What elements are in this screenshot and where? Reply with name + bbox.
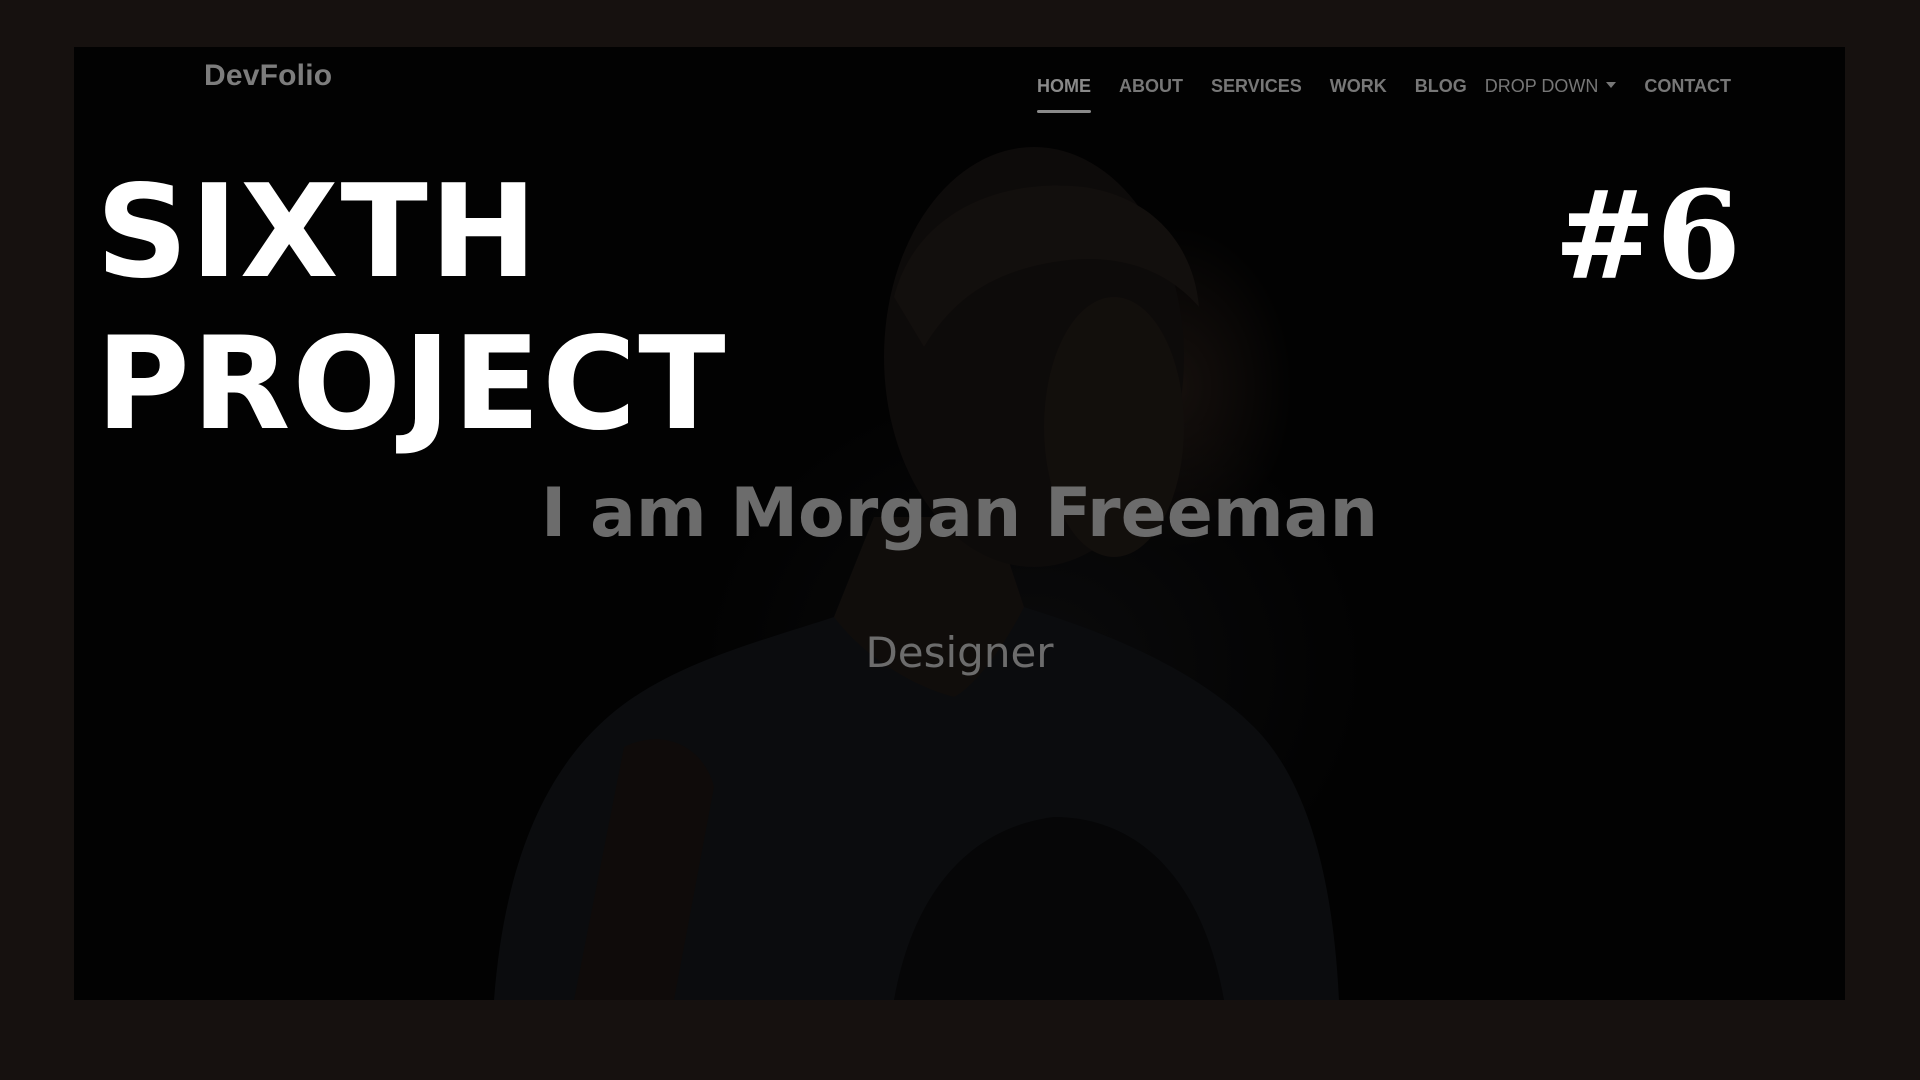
nav-item-blog[interactable]: BLOG <box>1401 67 1481 105</box>
nav-item-dropdown[interactable]: DROP DOWN <box>1481 67 1631 105</box>
caret-down-icon <box>1606 82 1617 89</box>
nav-menu: HOME ABOUT SERVICES WORK BLOG DROP DOWN … <box>1023 67 1745 113</box>
nav-item-about[interactable]: ABOUT <box>1105 67 1197 105</box>
top-navbar: DevFolio HOME ABOUT SERVICES WORK BLOG D… <box>74 47 1845 127</box>
thumbnail-title-line-2: PROJECT <box>96 310 728 459</box>
nav-item-contact[interactable]: CONTACT <box>1630 67 1745 105</box>
hero-subtitle: Designer <box>865 628 1054 677</box>
thumbnail-title: SIXTH PROJECT <box>96 157 728 461</box>
project-number-badge: #6 <box>1553 163 1741 307</box>
nav-dropdown-label: DROP DOWN <box>1484 76 1599 96</box>
brand-logo[interactable]: DevFolio <box>204 59 332 93</box>
thumbnail-title-line-1: SIXTH <box>96 158 539 307</box>
hero-heading: I am Morgan Freeman <box>541 474 1378 553</box>
nav-item-work[interactable]: WORK <box>1316 67 1401 105</box>
website-preview-frame: DevFolio HOME ABOUT SERVICES WORK BLOG D… <box>74 47 1845 1000</box>
nav-item-home[interactable]: HOME <box>1023 67 1105 113</box>
nav-item-services[interactable]: SERVICES <box>1197 67 1316 105</box>
